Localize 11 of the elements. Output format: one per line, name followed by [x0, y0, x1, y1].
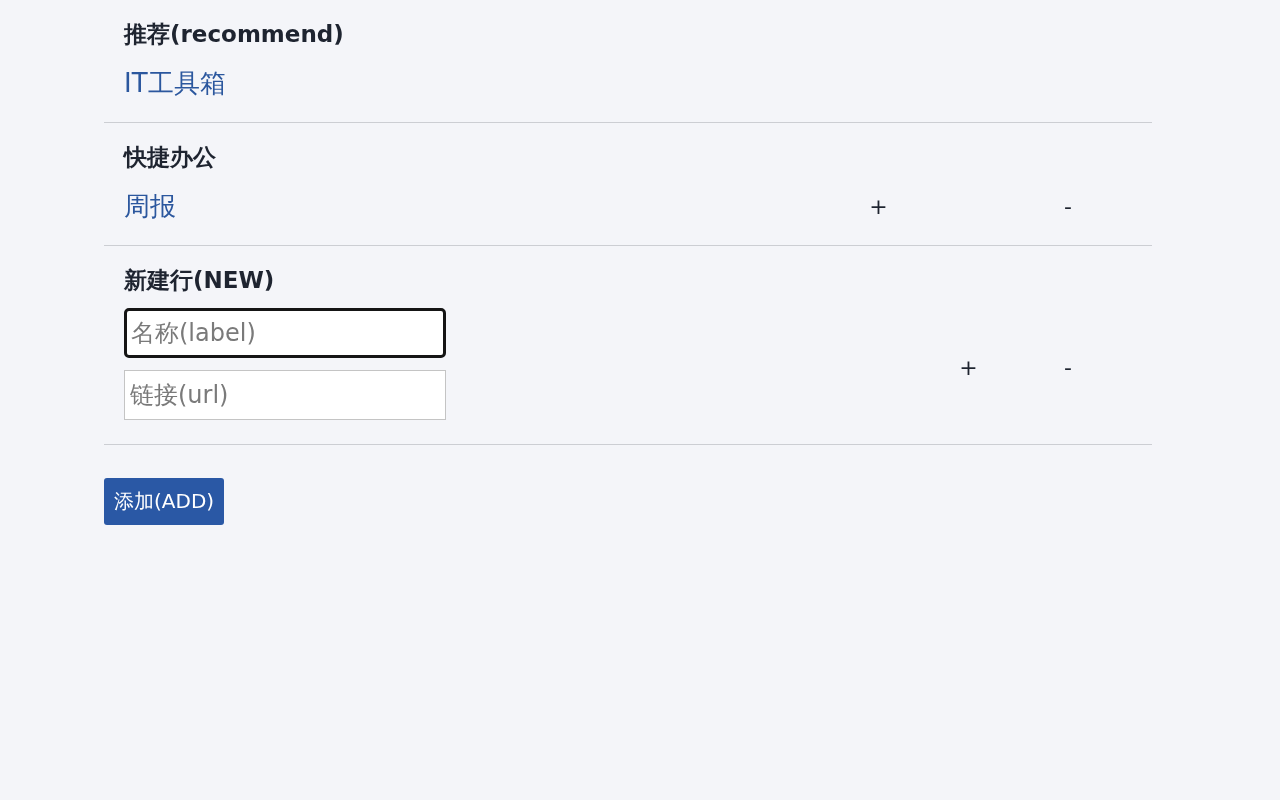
- section-heading: 新建行(NEW): [124, 266, 276, 295]
- text-input-field[interactable]: 名称(label): [124, 308, 446, 358]
- bookmark-link[interactable]: 周报: [124, 190, 176, 221]
- plus-button[interactable]: +: [869, 193, 888, 219]
- section-heading: 快捷办公: [124, 143, 217, 172]
- minus-button[interactable]: -: [1064, 193, 1072, 219]
- bookmark-link[interactable]: IT工具箱: [124, 67, 226, 98]
- section-heading: 推荐(recommend): [124, 20, 345, 49]
- plus-button[interactable]: +: [959, 354, 978, 380]
- minus-button[interactable]: -: [1064, 354, 1072, 380]
- add-button[interactable]: 添加(ADD): [104, 478, 225, 525]
